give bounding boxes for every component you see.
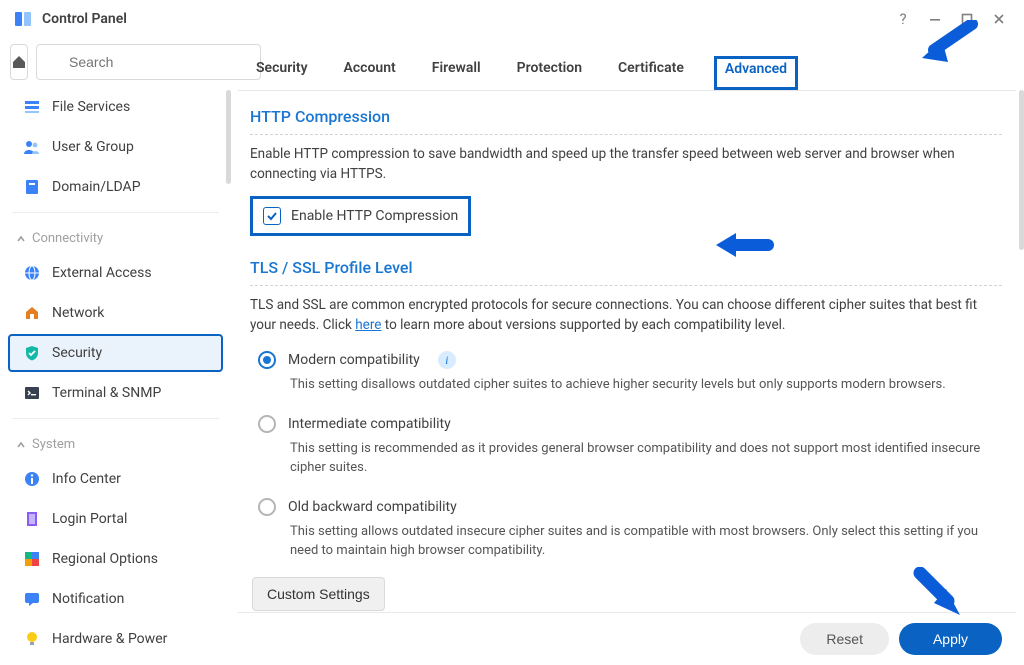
maximize-icon[interactable] (954, 6, 980, 32)
check-icon (266, 210, 278, 222)
window-title: Control Panel (42, 11, 127, 27)
sidebar-item-regional-options[interactable]: Regional Options (8, 540, 223, 578)
tls-here-link[interactable]: here (355, 317, 381, 333)
sidebar-item-security[interactable]: Security (8, 334, 223, 372)
tab-account[interactable]: Account (338, 56, 402, 90)
opt-desc-old: This setting allows outdated insecure ci… (250, 518, 1002, 575)
globe-icon (22, 263, 42, 283)
sidebar: File Services User & Group Domain/LDAP C… (0, 38, 232, 665)
sidebar-item-label: Security (52, 345, 102, 361)
opt-label: Intermediate compatibility (288, 416, 451, 432)
info-icon[interactable]: i (438, 351, 456, 369)
sidebar-group-system[interactable]: System (0, 425, 231, 458)
minimize-icon[interactable] (922, 6, 948, 32)
list-icon (22, 97, 42, 117)
sidebar-item-info-center[interactable]: Info Center (8, 460, 223, 498)
app-icon (12, 8, 34, 30)
home-button[interactable] (10, 44, 28, 80)
info-icon (22, 469, 42, 489)
footer: Reset Apply (238, 612, 1016, 665)
content-area: Security Account Firewall Protection Cer… (232, 38, 1024, 665)
sidebar-item-user-group[interactable]: User & Group (8, 128, 223, 166)
tab-security[interactable]: Security (250, 56, 314, 90)
sidebar-item-file-services[interactable]: File Services (8, 88, 223, 126)
enable-http-compression-row: Enable HTTP Compression (250, 196, 471, 236)
sidebar-item-login-portal[interactable]: Login Portal (8, 500, 223, 538)
custom-settings-button[interactable]: Custom Settings (252, 577, 385, 611)
sidebar-item-label: Login Portal (52, 511, 127, 527)
terminal-icon (22, 383, 42, 403)
bulb-icon (22, 629, 42, 649)
opt-desc-intermediate: This setting is recommended as it provid… (250, 435, 1002, 492)
divider (12, 212, 219, 213)
tabs: Security Account Firewall Protection Cer… (238, 38, 1016, 91)
close-icon[interactable] (986, 6, 1012, 32)
help-icon[interactable]: ? (890, 6, 916, 32)
sidebar-item-label: External Access (52, 265, 152, 281)
sidebar-group-connectivity[interactable]: Connectivity (0, 219, 231, 252)
sidebar-scrollbar[interactable] (226, 90, 231, 184)
enable-http-compression-label: Enable HTTP Compression (291, 208, 458, 224)
door-icon (22, 509, 42, 529)
opt-label: Modern compatibility (288, 352, 420, 368)
sidebar-item-label: User & Group (52, 139, 134, 155)
sidebar-item-hardware-power[interactable]: Hardware & Power (8, 620, 223, 658)
titlebar: Control Panel ? (0, 0, 1024, 38)
tls-desc: TLS and SSL are common encrypted protoco… (250, 296, 1002, 335)
radio-modern[interactable] (258, 351, 276, 369)
tab-firewall[interactable]: Firewall (426, 56, 487, 90)
section-title-tls: TLS / SSL Profile Level (250, 258, 1002, 286)
book-icon (22, 177, 42, 197)
sidebar-item-label: Domain/LDAP (52, 179, 141, 195)
sidebar-item-label: Regional Options (52, 551, 158, 567)
region-icon (22, 549, 42, 569)
http-desc: Enable HTTP compression to save bandwidt… (250, 145, 1002, 184)
apply-button[interactable]: Apply (899, 623, 1002, 655)
sidebar-group-label: Connectivity (32, 231, 103, 246)
chevron-up-icon (16, 440, 26, 450)
sidebar-item-label: Info Center (52, 471, 121, 487)
sidebar-item-label: File Services (52, 99, 130, 115)
radio-old[interactable] (258, 498, 276, 516)
panel-scrollbar[interactable] (1019, 90, 1024, 250)
sidebar-item-notification[interactable]: Notification (8, 580, 223, 618)
sidebar-item-label: Hardware & Power (52, 631, 167, 647)
search-input[interactable] (36, 44, 261, 80)
reset-button[interactable]: Reset (800, 623, 889, 655)
sidebar-item-network[interactable]: Network (8, 294, 223, 332)
sidebar-item-label: Terminal & SNMP (52, 385, 161, 401)
sidebar-item-terminal[interactable]: Terminal & SNMP (8, 374, 223, 412)
users-icon (22, 137, 42, 157)
tab-certificate[interactable]: Certificate (612, 56, 690, 90)
house-icon (22, 303, 42, 323)
opt-label: Old backward compatibility (288, 499, 457, 515)
tls-option-modern[interactable]: Modern compatibility i (250, 345, 1002, 371)
shield-icon (22, 343, 42, 363)
search-wrap (36, 44, 261, 80)
sidebar-item-external-access[interactable]: External Access (8, 254, 223, 292)
opt-desc-modern: This setting disallows outdated cipher s… (250, 371, 1002, 409)
radio-intermediate[interactable] (258, 415, 276, 433)
chat-icon (22, 589, 42, 609)
sidebar-group-label: System (32, 437, 75, 452)
section-title-http: HTTP Compression (250, 107, 1002, 135)
tls-option-old[interactable]: Old backward compatibility (250, 492, 1002, 518)
chevron-up-icon (16, 234, 26, 244)
tls-desc-post: to learn more about versions supported b… (381, 317, 785, 333)
sidebar-item-label: Notification (52, 591, 124, 607)
sidebar-item-domain-ldap[interactable]: Domain/LDAP (8, 168, 223, 206)
enable-http-compression-checkbox[interactable] (263, 207, 281, 225)
tab-advanced[interactable]: Advanced (714, 56, 798, 90)
divider (12, 418, 219, 419)
tls-option-intermediate[interactable]: Intermediate compatibility (250, 409, 1002, 435)
settings-panel: HTTP Compression Enable HTTP compression… (238, 91, 1016, 612)
sidebar-item-label: Network (52, 305, 104, 321)
tab-protection[interactable]: Protection (511, 56, 588, 90)
